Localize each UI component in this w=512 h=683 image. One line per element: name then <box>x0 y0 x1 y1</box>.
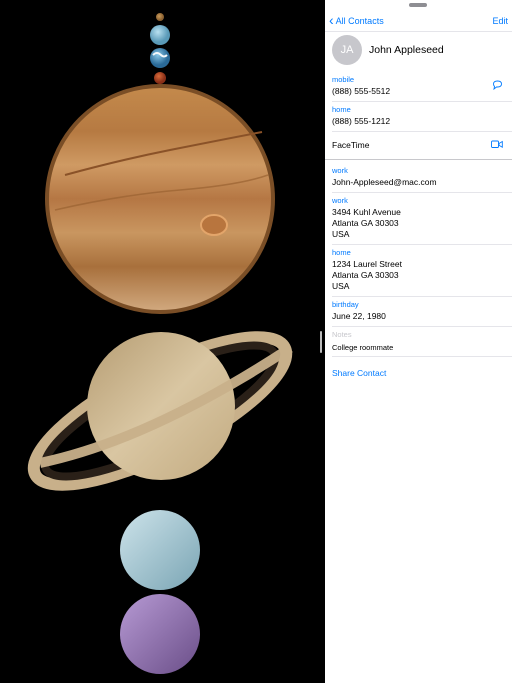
jupiter <box>45 84 275 314</box>
avatar-initials: JA <box>340 44 354 56</box>
section-divider <box>325 159 512 160</box>
header-divider <box>325 31 512 32</box>
home-address-line1[interactable]: 1234 Laurel Street <box>332 259 402 270</box>
window-grabber[interactable] <box>409 3 427 7</box>
divider <box>332 131 512 132</box>
email-label: work <box>332 166 348 175</box>
mars <box>154 72 166 84</box>
venus <box>150 25 170 45</box>
back-button[interactable]: ‹ All Contacts <box>329 12 384 28</box>
share-contact-button[interactable]: Share Contact <box>332 368 386 378</box>
home-address-line2[interactable]: Atlanta GA 30303 <box>332 270 399 281</box>
notes-value[interactable]: College roommate <box>332 342 393 353</box>
divider <box>332 326 512 327</box>
work-address-line1[interactable]: 3494 Kuhl Avenue <box>332 207 401 218</box>
video-camera-icon[interactable] <box>491 140 503 149</box>
neptune <box>120 594 200 674</box>
divider <box>332 296 512 297</box>
uranus <box>120 510 200 590</box>
avatar: JA <box>332 35 362 65</box>
chevron-left-icon: ‹ <box>329 12 334 28</box>
birthday-value: June 22, 1980 <box>332 311 386 321</box>
saturn <box>27 331 293 491</box>
divider <box>332 356 512 357</box>
work-address-label: work <box>332 196 348 205</box>
navigation-bar: ‹ All Contacts Edit <box>325 12 512 28</box>
divider <box>332 101 512 102</box>
split-view-divider-handle[interactable] <box>320 331 322 353</box>
home-phone-value[interactable]: (888) 555-1212 <box>332 116 390 127</box>
divider <box>332 244 512 245</box>
planet-background <box>0 0 325 683</box>
mobile-phone-value[interactable]: (888) 555-5512 <box>332 86 390 97</box>
mobile-label: mobile <box>332 75 355 84</box>
work-address-line3[interactable]: USA <box>332 229 349 240</box>
facetime-label[interactable]: FaceTime <box>332 140 369 151</box>
divider <box>332 192 512 193</box>
earth <box>150 48 170 68</box>
home-address-line3[interactable]: USA <box>332 281 349 292</box>
work-address-line2[interactable]: Atlanta GA 30303 <box>332 218 399 229</box>
message-bubble-icon[interactable] <box>492 80 503 90</box>
mercury <box>156 13 164 21</box>
back-button-label: All Contacts <box>335 16 384 26</box>
email-value[interactable]: John-Appleseed@mac.com <box>332 177 437 188</box>
contact-panel: ‹ All Contacts Edit JA John Appleseed mo… <box>325 0 512 683</box>
contact-name: John Appleseed <box>369 44 444 56</box>
planets-illustration <box>27 13 293 674</box>
birthday-label: birthday <box>332 300 359 309</box>
edit-button[interactable]: Edit <box>492 14 508 28</box>
home-phone-label: home <box>332 105 351 114</box>
home-address-label: home <box>332 248 351 257</box>
notes-label: Notes <box>332 330 352 339</box>
